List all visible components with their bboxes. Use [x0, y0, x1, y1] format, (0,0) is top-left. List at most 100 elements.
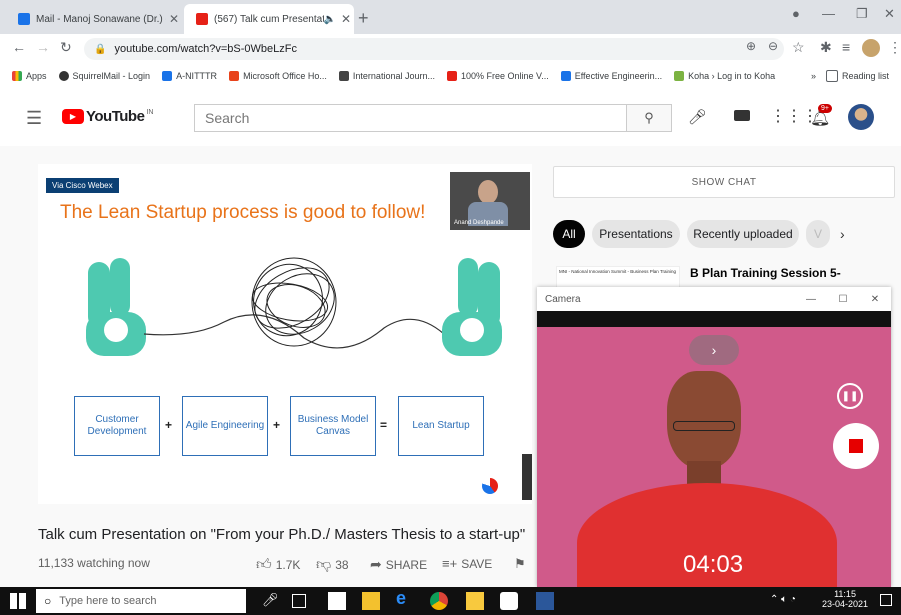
reading-list-icon[interactable]: ≡ — [842, 39, 850, 55]
new-tab-button[interactable]: + — [358, 8, 369, 29]
mail-app-icon[interactable] — [328, 592, 346, 610]
microphone-icon[interactable]: 🎤︎ — [262, 592, 280, 610]
chip-presentations[interactable]: Presentations — [592, 220, 680, 248]
windows-start-icon[interactable] — [10, 593, 26, 609]
chevron-right-icon[interactable]: › — [840, 226, 845, 242]
bookmark-nitttr[interactable]: A-NITTTR — [162, 71, 217, 81]
save-playlist-icon: ≡+ — [442, 556, 458, 571]
show-chat-button[interactable]: SHOW CHAT — [553, 166, 895, 198]
bookmark-engineering[interactable]: Effective Engineerin... — [560, 71, 662, 81]
chrome-icon[interactable] — [430, 592, 448, 610]
file-explorer-icon[interactable] — [466, 592, 484, 610]
search-button[interactable]: ⚲ — [626, 104, 672, 132]
minimize-button[interactable]: — — [795, 294, 827, 305]
user-avatar[interactable] — [848, 104, 874, 130]
stop-icon — [849, 439, 863, 453]
bookmark-journal[interactable]: International Journ... — [338, 71, 435, 81]
tangle-icon — [251, 257, 337, 347]
close-icon[interactable]: ✕ — [338, 12, 354, 26]
store-icon[interactable] — [362, 592, 380, 610]
apps-icon — [12, 71, 22, 81]
like-button[interactable]: 👍︎ 1.7K — [256, 556, 300, 574]
flag-icon: ⚑ — [514, 556, 526, 571]
right-hand-icon — [442, 258, 502, 356]
bookmarks-bar: Apps SquirrelMail - Login A-NITTTR Micro… — [0, 64, 901, 89]
youtube-icon — [196, 13, 208, 25]
speaker-icon[interactable]: 🔈 — [324, 14, 336, 25]
camera-app-icon[interactable] — [500, 592, 518, 610]
video-player[interactable]: Via Cisco Webex The Lean Startup process… — [38, 164, 532, 504]
maximize-button[interactable]: ☐ — [827, 294, 859, 305]
lock-icon: 🔒 — [94, 43, 107, 55]
forward-icon[interactable]: → — [36, 39, 50, 55]
maximize-button[interactable]: ❐ — [856, 6, 868, 22]
address-bar[interactable]: 🔒 youtube.com/watch?v=bS-0WbeLzFc — [84, 38, 784, 60]
squirrel-icon — [58, 71, 69, 81]
dislike-button[interactable]: 👎︎ 38 — [316, 556, 349, 574]
bookmark-office[interactable]: Microsoft Office Ho... — [229, 71, 327, 81]
taskbar-search[interactable]: ○ Type here to search — [36, 589, 246, 613]
tab-title: Mail - Manoj Sonawane (Dr.) - O — [36, 13, 166, 25]
report-flag-button[interactable]: ⚑ — [514, 556, 526, 572]
profile-indicator-icon[interactable]: ● — [792, 6, 800, 21]
create-video-icon[interactable] — [734, 110, 750, 121]
webex-badge: Via Cisco Webex — [46, 178, 119, 193]
plus-operator: + — [273, 418, 281, 432]
tray-icons[interactable]: ⌃ 🔈︎ ◔ — [770, 594, 796, 605]
translate-icon[interactable]: ⊕ — [746, 39, 756, 53]
reading-list-button[interactable]: Reading list — [825, 70, 889, 82]
tab-mail[interactable]: Mail - Manoj Sonawane (Dr.) - O ✕ — [6, 4, 182, 34]
more-bookmarks-icon[interactable]: » — [811, 71, 816, 81]
box-business-model-canvas: Business Model Canvas — [290, 396, 376, 456]
chip-partial[interactable]: V — [806, 220, 830, 248]
close-button[interactable]: ✕ — [859, 294, 891, 305]
video-title: Talk cum Presentation on "From your Ph.D… — [38, 526, 526, 543]
minimize-button[interactable]: — — [822, 6, 835, 21]
bookmark-koha[interactable]: Koha › Log in to Koha — [674, 71, 775, 81]
microphone-icon[interactable]: 🎤︎ — [688, 108, 707, 126]
stop-record-button[interactable] — [833, 423, 879, 469]
task-view-icon[interactable] — [292, 594, 306, 608]
pause-button[interactable]: ❚❚ — [837, 383, 863, 409]
back-icon[interactable]: ← — [12, 39, 26, 55]
share-button[interactable]: ➦ SHARE — [370, 556, 427, 573]
site-icon — [162, 71, 173, 81]
expand-chevron-button[interactable]: › — [689, 335, 739, 365]
side-handle[interactable] — [522, 454, 532, 500]
zoom-icon[interactable]: ⊖ — [768, 39, 778, 53]
equals-operator: = — [380, 418, 388, 432]
search-input[interactable]: Search — [194, 104, 626, 132]
notification-center-icon[interactable] — [880, 594, 892, 606]
camera-titlebar[interactable]: Camera — ☐ ✕ — [537, 287, 891, 311]
tab-youtube[interactable]: (567) Talk cum Presentation 🔈 ✕ — [184, 4, 354, 34]
hamburger-menu-icon[interactable]: ☰ — [26, 108, 42, 129]
star-icon[interactable]: ☆ — [792, 39, 805, 56]
thumbs-up-icon: 👍︎ — [256, 556, 272, 573]
close-window-button[interactable]: ✕ — [884, 6, 895, 22]
avatar[interactable] — [862, 39, 880, 57]
search-icon: ⚲ — [644, 110, 654, 125]
watching-count: 11,133 watching now — [38, 556, 150, 570]
menu-icon[interactable]: ⋮ — [888, 39, 901, 56]
save-button[interactable]: ≡+ SAVE — [442, 556, 492, 571]
youtube-logo[interactable]: ▶ YouTube IN — [62, 108, 153, 125]
close-icon[interactable]: ✕ — [166, 12, 182, 26]
koha-icon — [674, 71, 685, 81]
chip-all[interactable]: All — [553, 220, 585, 248]
word-icon[interactable] — [536, 592, 554, 610]
tab-title: (567) Talk cum Presentation — [214, 13, 324, 25]
extensions-icon[interactable]: ✱ — [820, 39, 832, 56]
bookmark-free-online[interactable]: 100% Free Online V... — [446, 71, 549, 81]
box-customer-development: Customer Development — [74, 396, 160, 456]
plus-operator: + — [165, 418, 173, 432]
bookmark-squirrelmail[interactable]: SquirrelMail - Login — [58, 71, 150, 81]
clock[interactable]: 11:15 23-04-2021 — [822, 589, 868, 609]
box-agile-engineering: Agile Engineering — [182, 396, 268, 456]
bookmark-apps[interactable]: Apps — [12, 71, 47, 81]
hands-tangle-illustration — [86, 257, 502, 356]
chip-recently-uploaded[interactable]: Recently uploaded — [687, 220, 799, 248]
reload-icon[interactable]: ↻ — [60, 39, 72, 56]
recommendation-title[interactable]: B Plan Training Session 5- — [690, 266, 841, 280]
recommendation-thumbnail[interactable]: MNI - National Innovation Summit - Busin… — [556, 266, 680, 288]
edge-icon[interactable]: e — [396, 588, 414, 608]
